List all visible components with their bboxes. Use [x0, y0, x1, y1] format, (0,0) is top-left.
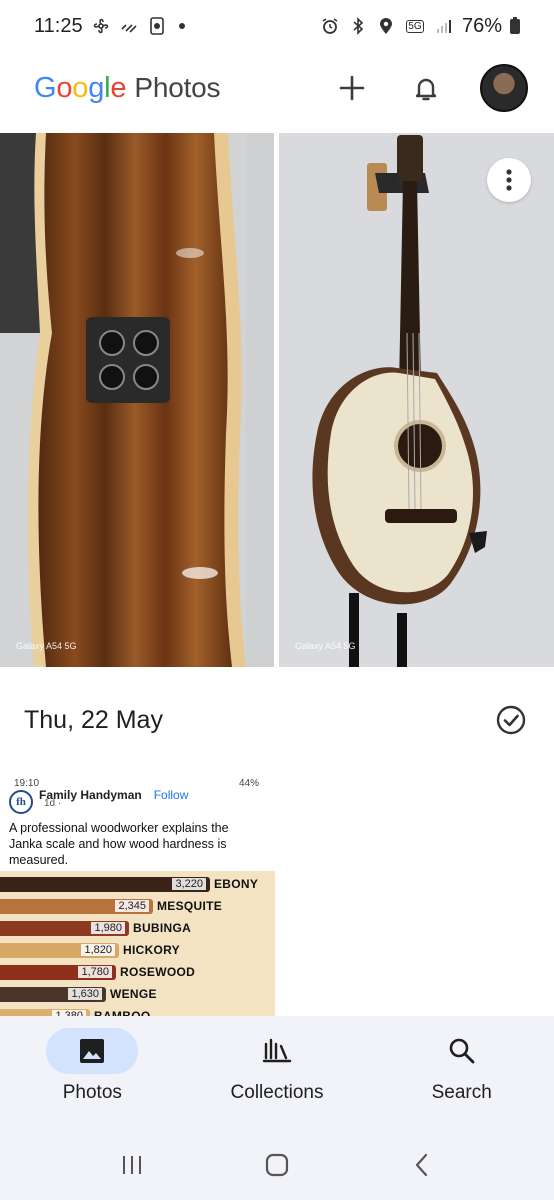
collections-icon: [262, 1038, 292, 1063]
follow-label: Follow: [153, 788, 189, 802]
bluetooth-icon: [348, 16, 368, 36]
battery-icon: [510, 16, 520, 34]
logo-suffix: Photos: [134, 71, 221, 103]
chart-bar: 3,220: [0, 876, 210, 892]
search-icon: [449, 1038, 475, 1064]
app-bar: Google Photos: [0, 52, 554, 124]
logo-letter: G: [34, 71, 57, 104]
chart-bar: 1,980: [0, 920, 129, 936]
chart-bar-row: 1,380 BAMBOO: [0, 1007, 150, 1016]
photo-thumbnail-guitar-front[interactable]: Galaxy A54 5G: [279, 133, 554, 667]
chart-value-label: 1,820: [81, 944, 115, 956]
cell-signal-icon: [434, 16, 454, 36]
nav-pill: [231, 1028, 323, 1074]
post-meta: 1d ·: [44, 798, 62, 809]
chart-category-label: ROSEWOOD: [120, 965, 196, 979]
chart-value-label: 1,780: [78, 966, 112, 978]
chart-category-label: BUBINGA: [133, 921, 192, 935]
status-bar: 11:25 5G 76%: [0, 0, 554, 52]
chart-bar: 1,630: [0, 986, 106, 1002]
photo-grid: Galaxy A54 5G Galaxy A54 5G: [0, 133, 554, 667]
chart-category-label: WENGE: [110, 987, 157, 1001]
battery-percent: 76%: [461, 14, 502, 37]
mini-time: 19:10: [14, 778, 40, 789]
recents-button[interactable]: [112, 1145, 152, 1185]
page-logo: fh: [9, 790, 33, 814]
system-navigation-bar: [0, 1130, 554, 1200]
chart-bar-row: 1,780 ROSEWOOD: [0, 963, 195, 981]
logo-letter: g: [88, 71, 105, 104]
chart-bar-row: 1,980 BUBINGA: [0, 919, 191, 937]
back-button[interactable]: [402, 1145, 442, 1185]
nav-label: Photos: [62, 1082, 122, 1103]
guitar-front-image: [279, 133, 554, 667]
google-photos-logo: Google Photos: [34, 71, 221, 105]
signal-slash-icon: [119, 16, 139, 36]
chart-bar: 2,345: [0, 898, 153, 914]
fan-icon: [91, 16, 111, 36]
home-icon: [265, 1153, 289, 1177]
select-all-button[interactable]: [494, 703, 528, 737]
chart-category-label: MESQUITE: [157, 899, 223, 913]
logo-letter: e: [110, 71, 127, 104]
network-5g-icon: 5G: [406, 19, 424, 33]
back-icon: [415, 1153, 427, 1177]
mini-battery: 44%: [238, 778, 259, 789]
status-time: 11:25: [34, 14, 83, 37]
create-button[interactable]: [332, 68, 372, 108]
janka-chart: 3,220 EBONY 2,345 MESQUITE 1,980 BUBINGA 1,820…: [0, 871, 275, 1016]
chart-bar-row: 1,630 WENGE: [0, 985, 157, 1003]
more-vert-icon: [506, 169, 512, 191]
chart-value-label: 1,630: [68, 988, 102, 1000]
plus-icon: [339, 75, 365, 101]
chart-value-label: 1,980: [91, 922, 125, 934]
account-avatar[interactable]: [480, 64, 528, 112]
nav-label: Collections: [230, 1082, 324, 1103]
nav-collections[interactable]: Collections: [185, 1016, 370, 1130]
notifications-button[interactable]: [406, 68, 446, 108]
bottom-navigation: Photos Collections Search: [0, 1016, 554, 1130]
device-label: Galaxy A54 5G: [295, 641, 356, 651]
chart-bar: 1,820: [0, 942, 119, 958]
chart-value-label: 2,345: [115, 900, 149, 912]
alarm-icon: [320, 16, 340, 36]
nav-pill: [46, 1028, 139, 1074]
nav-photos[interactable]: Photos: [0, 1016, 185, 1130]
chart-category-label: EBONY: [214, 877, 259, 891]
recents-icon: [123, 1156, 142, 1174]
chart-value-label: 3,220: [172, 878, 206, 890]
guitar-side-image: [0, 133, 274, 667]
logo-letter: o: [56, 71, 73, 104]
chart-bar: 1,780: [0, 964, 116, 980]
post-text: A professional woodworker explains the J…: [9, 821, 229, 867]
location-icon: [376, 16, 396, 36]
bell-icon: [415, 78, 437, 101]
photo-thumbnail-screenshot[interactable]: 19:10 44% fh Family Handyman Follow 1d ·…: [0, 772, 275, 1016]
chart-bar: 1,380: [0, 1008, 90, 1016]
photo-icon: [80, 1039, 105, 1063]
nav-label: Search: [431, 1082, 492, 1103]
chart-bar-row: 3,220 EBONY: [0, 875, 258, 893]
home-button[interactable]: [257, 1145, 297, 1185]
nav-search[interactable]: Search: [369, 1016, 554, 1130]
check-circle-icon: [496, 705, 526, 735]
more-notifications-dot: [178, 23, 185, 29]
device-label: Galaxy A54 5G: [16, 641, 77, 651]
date-section-header: Thu, 22 May: [0, 672, 554, 768]
chart-category-label: BAMBOO: [94, 1009, 151, 1016]
chart-bar-row: 2,345 MESQUITE: [0, 897, 222, 915]
chart-category-label: HICKORY: [123, 943, 180, 957]
date-title: Thu, 22 May: [24, 705, 163, 734]
post-header: fh Family Handyman Follow: [9, 788, 189, 814]
photo-thumbnail-guitar-side[interactable]: Galaxy A54 5G: [0, 133, 274, 667]
nav-pill: [416, 1028, 508, 1074]
logo-letter: o: [72, 71, 89, 104]
notification-app-icon: [147, 16, 167, 36]
chart-bar-row: 1,820 HICKORY: [0, 941, 180, 959]
more-options-button[interactable]: [487, 158, 531, 202]
